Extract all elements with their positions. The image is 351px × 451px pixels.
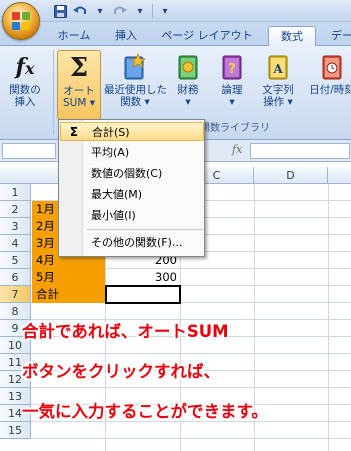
menu-item-label: 合計(S) xyxy=(92,126,130,139)
row-header[interactable]: 3 xyxy=(0,218,31,235)
financial-label-2: ▾ xyxy=(185,96,191,108)
cell-a5[interactable]: 4月 xyxy=(33,252,58,269)
row-header[interactable]: 15 xyxy=(0,422,31,439)
tab-page-layout[interactable]: ページ レイアウト xyxy=(152,26,262,46)
star-book-icon xyxy=(120,52,150,82)
formula-input[interactable] xyxy=(250,143,350,159)
tab-data[interactable]: デー xyxy=(322,26,351,46)
menu-separator xyxy=(87,229,203,230)
gridline xyxy=(328,184,329,451)
sigma-icon: Σ xyxy=(69,125,79,139)
cell-a7[interactable]: 合計 xyxy=(33,286,62,303)
active-cell-b7[interactable] xyxy=(105,285,181,304)
quick-access-toolbar: ▾ ▾ ▾ xyxy=(52,3,173,19)
financial-label-1: 財務 xyxy=(177,84,199,96)
text-label-2: 操作 ▾ xyxy=(263,96,293,108)
redo-icon[interactable] xyxy=(112,3,128,19)
recently-used-label-1: 最近使用した xyxy=(104,84,167,96)
financial-button[interactable]: 財務 ▾ xyxy=(168,50,208,120)
qat-separator xyxy=(152,4,153,18)
cell-b6[interactable]: 300 xyxy=(105,269,180,286)
annotation-line-2: ボタンをクリックすれば、 xyxy=(22,362,220,381)
text-book-icon: A xyxy=(263,52,293,82)
menu-item-min[interactable]: 最小値(I) xyxy=(60,206,204,225)
autosum-label-1: オート xyxy=(63,85,95,97)
autosum-dropdown-menu: Σ 合計(S) 平均(A) 数値の個数(C) 最大値(M) 最小値(I) その他… xyxy=(58,119,205,257)
menu-item-max[interactable]: 最大値(M) xyxy=(60,185,204,204)
cell-a3[interactable]: 2月 xyxy=(33,218,58,235)
date-book-icon xyxy=(317,52,347,82)
tab-insert[interactable]: 挿入 xyxy=(104,26,148,46)
name-box[interactable] xyxy=(2,143,56,159)
logical-label-1: 論理 xyxy=(221,84,243,96)
select-all-corner[interactable] xyxy=(0,167,32,184)
customize-icon[interactable]: ▾ xyxy=(157,3,173,19)
undo-dropdown-icon[interactable]: ▾ xyxy=(92,3,108,19)
insert-function-label-2: 挿入 xyxy=(14,96,36,108)
gridline xyxy=(31,353,351,354)
logical-button[interactable]: ? 論理 ▾ xyxy=(212,50,252,120)
gridline xyxy=(31,438,351,439)
row-header[interactable]: 4 xyxy=(0,235,31,252)
column-header-e[interactable] xyxy=(328,167,351,184)
menu-item-label: 最小値(I) xyxy=(91,209,136,222)
menu-item-average[interactable]: 平均(A) xyxy=(60,143,204,162)
cell-a2[interactable]: 1月 xyxy=(33,201,58,218)
menu-item-label: 数値の個数(C) xyxy=(91,167,163,180)
recently-used-button[interactable]: 最近使用した 関数 ▾ xyxy=(104,50,167,120)
svg-text:A: A xyxy=(272,62,283,76)
logical-label-2: ▾ xyxy=(229,96,235,108)
menu-item-label: 平均(A) xyxy=(91,146,130,159)
undo-icon[interactable] xyxy=(72,3,88,19)
office-logo-icon xyxy=(12,12,30,30)
sigma-icon: Σ xyxy=(69,53,89,83)
text-button[interactable]: A 文字列 操作 ▾ xyxy=(254,50,302,120)
finance-book-icon xyxy=(173,52,203,82)
annotation-line-3: 一気に入力することができます。 xyxy=(22,402,268,421)
save-icon[interactable] xyxy=(52,3,68,19)
gridline xyxy=(31,387,351,388)
redo-dropdown-icon[interactable]: ▾ xyxy=(132,3,148,19)
text-label-1: 文字列 xyxy=(262,84,294,96)
formula-fx-icon[interactable]: fx xyxy=(232,143,242,156)
annotation-line-1: 合計であれば、オートSUM xyxy=(22,322,229,341)
insert-function-button[interactable]: fx 関数の 挿入 xyxy=(2,50,48,120)
cell-a6[interactable]: 5月 xyxy=(33,269,58,286)
row-header[interactable]: 1 xyxy=(0,184,31,201)
row-header[interactable]: 6 xyxy=(0,269,31,286)
menu-item-count[interactable]: 数値の個数(C) xyxy=(60,164,204,183)
menu-item-label: 最大値(M) xyxy=(91,188,143,201)
menu-item-label: その他の関数(F)... xyxy=(91,236,183,249)
ribbon-group-separator xyxy=(53,50,54,134)
recently-used-label-2: 関数 ▾ xyxy=(120,96,150,108)
autosum-label-2: SUM ▾ xyxy=(62,97,96,109)
logic-book-icon: ? xyxy=(217,52,247,82)
row-header[interactable]: 5 xyxy=(0,252,31,269)
title-bar: ▾ ▾ ▾ xyxy=(0,0,351,22)
autosum-button[interactable]: Σ オート SUM ▾ xyxy=(57,50,101,120)
insert-function-label-1: 関数の xyxy=(9,84,41,96)
ribbon-tabs: ホーム 挿入 ページ レイアウト 数式 デー xyxy=(0,22,351,47)
row-header[interactable]: 7 xyxy=(0,286,31,303)
date-time-button[interactable]: 日付/時刻 xyxy=(304,50,351,120)
tab-formulas[interactable]: 数式 xyxy=(268,26,316,47)
cell-a4[interactable]: 3月 xyxy=(33,235,58,252)
row-header[interactable]: 2 xyxy=(0,201,31,218)
date-time-label-1: 日付/時刻 xyxy=(309,84,351,96)
menu-item-more-functions[interactable]: その他の関数(F)... xyxy=(60,233,204,252)
office-button[interactable] xyxy=(2,2,40,40)
column-header-d[interactable]: D xyxy=(254,167,328,184)
menu-item-sum[interactable]: Σ 合計(S) xyxy=(60,122,204,141)
svg-text:?: ? xyxy=(228,62,236,77)
fx-icon: fx xyxy=(15,54,35,80)
tab-home[interactable]: ホーム xyxy=(50,26,98,46)
